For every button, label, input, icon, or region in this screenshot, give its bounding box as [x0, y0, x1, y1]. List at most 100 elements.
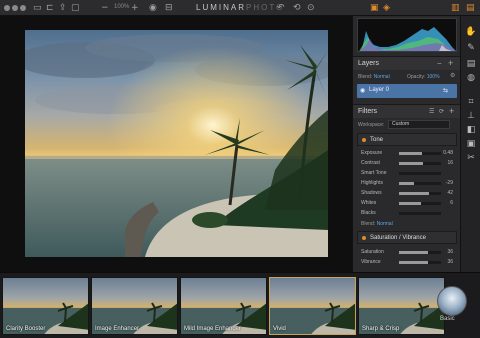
undo-icon[interactable]: ↶	[277, 2, 285, 14]
export-icon[interactable]: ▢	[71, 2, 80, 14]
saturation-filter-header[interactable]: Saturation / Vibrance	[357, 231, 457, 244]
slider-exposure[interactable]: Exposure 0.48	[361, 149, 453, 157]
slider-track[interactable]	[399, 152, 441, 155]
fullscreen-icon[interactable]: ▤	[466, 2, 475, 14]
layer-row[interactable]: ◉ Layer 0 ⇆	[357, 84, 457, 98]
photo-preview[interactable]	[25, 30, 328, 257]
slider-label: Whites	[361, 200, 377, 206]
slider-track[interactable]	[399, 162, 441, 165]
layers-section-header[interactable]: Layers − +	[353, 56, 461, 70]
saturation-enabled-icon[interactable]	[362, 236, 366, 240]
layer-opacity-value[interactable]: 100%	[427, 74, 440, 80]
layer-visibility-icon[interactable]: ◉	[360, 87, 365, 94]
maximize-window-icon[interactable]	[20, 5, 26, 11]
eraser-icon[interactable]: ◧	[465, 124, 477, 136]
slider-track[interactable]	[399, 202, 441, 205]
layer-blend-value[interactable]: Normal	[374, 74, 390, 80]
layer-blend[interactable]: Blend: Normal	[358, 74, 390, 80]
remove-layer-icon[interactable]: −	[437, 59, 442, 68]
preset-thumbnail[interactable]: Vivid	[269, 277, 356, 335]
add-filter-icon[interactable]: +	[449, 106, 454, 116]
preset-name: Clarity Booster	[6, 326, 46, 332]
slider-vibrance[interactable]: Vibrance 36	[361, 258, 453, 266]
image-canvas[interactable]	[0, 16, 352, 272]
slider-contrast[interactable]: Contrast 16	[361, 159, 453, 167]
slider-fill	[399, 182, 414, 185]
slider-smart-tone[interactable]: Smart Tone	[361, 169, 453, 177]
export-image-icon[interactable]: ▣	[370, 2, 379, 14]
slider-label: Saturation	[361, 249, 384, 255]
tone-filter-header[interactable]: Tone	[357, 133, 457, 146]
filters-section-header[interactable]: Filters ☰ ⟳ +	[353, 104, 461, 118]
preset-thumbnail[interactable]: Sharp & Crisp	[358, 277, 445, 335]
slider-whites[interactable]: Whites 6	[361, 199, 453, 207]
preset-thumbnail[interactable]: Mild Image Enhancer	[180, 277, 267, 335]
tone-blend-value[interactable]: Normal	[377, 221, 393, 227]
redo-icon[interactable]: ⊙	[307, 2, 315, 14]
preset-thumbnail[interactable]: Clarity Booster	[2, 277, 89, 335]
layer-name: Layer 0	[369, 87, 390, 93]
compare-icon[interactable]: ⊟	[165, 2, 173, 14]
photo-scene	[25, 30, 328, 257]
slider-track[interactable]	[399, 261, 441, 264]
close-window-icon[interactable]	[4, 5, 10, 11]
crop-icon[interactable]: ⌗	[465, 96, 477, 108]
panel-toggle-icon[interactable]: ▥	[451, 2, 460, 14]
open-icon[interactable]: ⊏	[46, 2, 54, 14]
layer-options-icon[interactable]: ⇆	[443, 87, 448, 94]
preset-name: Vivid	[273, 326, 286, 332]
preset-category-button[interactable]	[437, 286, 467, 316]
clone-stamp-icon[interactable]: ⊥	[465, 110, 477, 122]
gradient-icon[interactable]: ▤	[465, 58, 477, 70]
adjust-icon[interactable]: ✋	[465, 26, 477, 38]
layer-opacity-label: Opacity:	[407, 74, 426, 80]
tone-enabled-icon[interactable]	[362, 138, 366, 142]
add-layer-icon[interactable]: +	[448, 58, 453, 68]
layers-toggle-icon[interactable]: ◈	[383, 2, 390, 14]
filter-refresh-icon[interactable]: ⟳	[439, 108, 444, 115]
mask-icon[interactable]: ▣	[465, 138, 477, 150]
history-icon[interactable]: ⟲	[293, 2, 301, 14]
filter-list-icon[interactable]: ☰	[429, 108, 434, 115]
brush-icon[interactable]: ✎	[465, 42, 477, 54]
app-title: LUMINARPHOTO	[196, 3, 285, 12]
slider-value: 42	[447, 190, 453, 196]
tone-title: Tone	[370, 137, 384, 143]
layer-settings-icon[interactable]: ⚙	[450, 72, 455, 79]
slider-track[interactable]	[399, 172, 441, 175]
workspace-select[interactable]: Custom	[388, 120, 450, 129]
preset-name: Sharp & Crisp	[362, 326, 400, 332]
zoom-out-icon[interactable]: −	[101, 2, 109, 14]
histogram-graph	[359, 27, 456, 51]
radial-icon[interactable]: ◍	[465, 72, 477, 84]
layer-opacity[interactable]: Opacity: 100%	[407, 74, 440, 80]
slider-track[interactable]	[399, 251, 441, 254]
luminar-window: ▭ ⊏ ⇪ ▢ − 100% + ◉ ⊟ LUMINARPHOTO ↶ ⟲ ⊙ …	[0, 0, 480, 338]
slider-track[interactable]	[399, 212, 441, 215]
tool-rail: ✋ ✎ ▤ ◍ ⌗ ⊥ ◧ ▣ ✂	[460, 16, 480, 272]
slider-value: 0.48	[443, 150, 453, 156]
share-icon[interactable]: ⇪	[59, 2, 67, 14]
slider-saturation[interactable]: Saturation 36	[361, 248, 453, 256]
slider-track[interactable]	[399, 192, 441, 195]
slider-fill	[399, 251, 428, 254]
minimize-window-icon[interactable]	[12, 5, 18, 11]
slider-blacks[interactable]: Blacks	[361, 209, 453, 217]
preset-thumbnail[interactable]: Image Enhancer	[91, 277, 178, 335]
presets-filmstrip: Clarity Booster Image Enhancer Mild Image …	[0, 272, 480, 338]
zoom-level[interactable]: 100%	[114, 4, 129, 10]
zoom-in-icon[interactable]: +	[131, 2, 139, 14]
slider-fill	[399, 152, 422, 155]
slider-fill	[399, 202, 421, 205]
slider-value: 16	[447, 160, 453, 166]
slider-shadows[interactable]: Shadows 42	[361, 189, 453, 197]
slider-value: -29	[445, 180, 453, 186]
tone-blend[interactable]: Blend: Normal	[361, 221, 393, 227]
folder-icon[interactable]: ▭	[33, 2, 42, 14]
slider-value: 6	[450, 200, 453, 206]
eye-icon[interactable]: ◉	[149, 2, 157, 14]
transform-icon[interactable]: ✂	[465, 152, 477, 164]
slider-track[interactable]	[399, 182, 441, 185]
slider-highlights[interactable]: Highlights -29	[361, 179, 453, 187]
preset-category-label[interactable]: Basic	[440, 316, 455, 322]
